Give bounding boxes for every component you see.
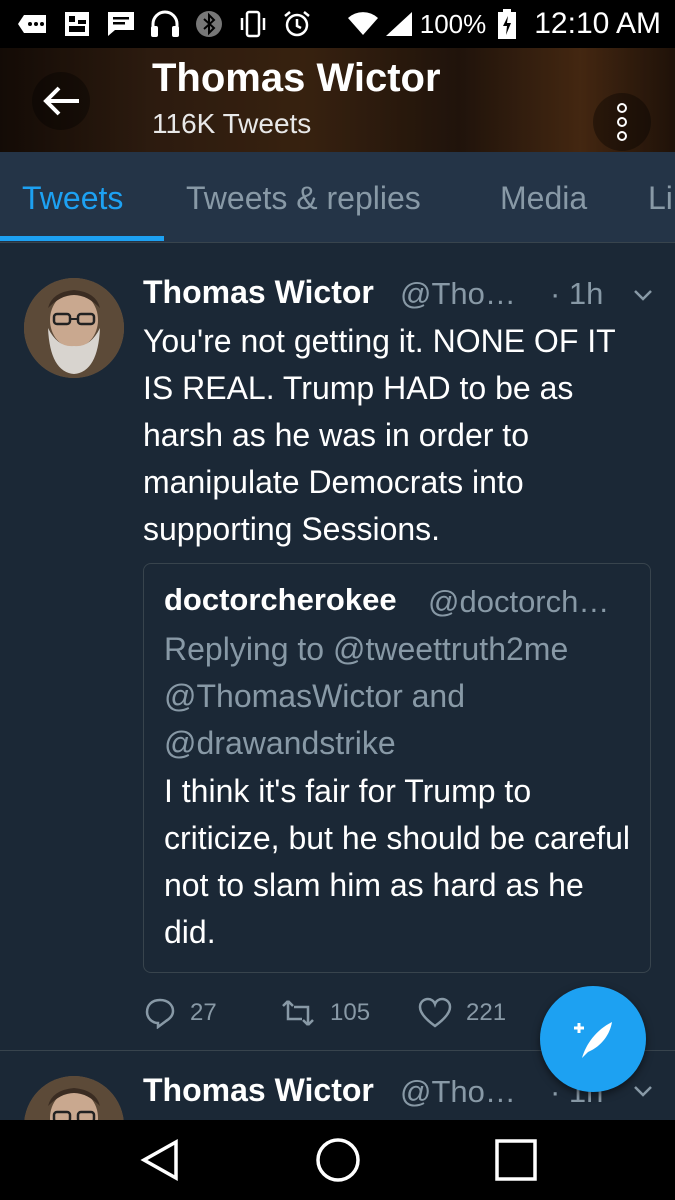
more-options-button[interactable] (593, 93, 651, 151)
image-icon (62, 10, 92, 38)
like-count: 221 (466, 999, 507, 1026)
nav-recents-button[interactable] (476, 1120, 556, 1200)
dot-icon (617, 131, 627, 141)
tab-active-indicator (0, 236, 164, 241)
tab-tweets-and-replies[interactable]: Tweets & replies (186, 152, 421, 242)
retweet-button[interactable]: 105 (280, 997, 370, 1029)
message-icon (106, 10, 136, 38)
battery-charging-icon (492, 9, 522, 39)
tweet-author-handle[interactable]: @Tho… (400, 276, 516, 312)
battery-percent: 100% (419, 8, 487, 39)
retweet-icon (282, 1000, 314, 1026)
reply-icon (145, 998, 175, 1029)
tab-tweets[interactable]: Tweets (22, 152, 123, 242)
like-button[interactable]: 221 (418, 997, 506, 1029)
headphones-icon (150, 10, 180, 38)
more-notifications-icon (18, 10, 48, 38)
clock: 12:10 AM (534, 7, 661, 40)
dot-icon (617, 117, 627, 127)
circle-home-icon (316, 1138, 360, 1182)
tweet-text: You're not getting it. NONE OF IT IS REA… (143, 323, 616, 547)
quoted-author-handle: @doctorch… (428, 584, 610, 619)
chevron-down-icon[interactable] (632, 284, 654, 306)
quoted-replying-to: Replying to @tweettruth2me @ThomasWictor… (164, 631, 569, 761)
quoted-tweet-text: I think it's fair for Trump to criticize… (164, 773, 631, 950)
back-button[interactable] (32, 72, 90, 130)
tab-media[interactable]: Media (500, 152, 587, 242)
compose-tweet-button[interactable] (540, 986, 646, 1092)
dot-icon (617, 103, 627, 113)
vibrate-icon (238, 10, 268, 38)
wifi-icon (347, 10, 378, 38)
retweet-count: 105 (330, 999, 371, 1026)
compose-feather-icon (574, 1022, 612, 1058)
system-navigation-bar (0, 1120, 675, 1200)
heart-icon (418, 997, 452, 1028)
tweet-author-name[interactable]: Thomas Wictor (143, 274, 374, 311)
status-bar: 100% 12:10 AM (0, 0, 675, 48)
tweet-author-handle[interactable]: @Tho… (400, 1074, 516, 1110)
reply-button[interactable]: 27 (144, 997, 217, 1029)
quoted-author-name: doctorcherokee (164, 582, 397, 617)
profile-tabs: Tweets Tweets & replies Media Likes (0, 152, 675, 243)
chevron-down-icon[interactable] (632, 1080, 654, 1102)
bluetooth-icon (194, 10, 224, 38)
avatar[interactable] (24, 278, 124, 378)
quoted-tweet[interactable]: doctorcherokee @doctorch… Replying to @t… (143, 563, 651, 973)
signal-icon (384, 10, 414, 38)
square-recents-icon (495, 1139, 537, 1181)
tweet-count: 116K Tweets (152, 108, 312, 139)
triangle-back-icon (140, 1139, 178, 1181)
nav-home-button[interactable] (298, 1120, 378, 1200)
tweet-author-name[interactable]: Thomas Wictor (143, 1072, 374, 1109)
nav-back-button[interactable] (120, 1120, 200, 1200)
alarm-icon (282, 10, 312, 38)
profile-name: Thomas Wictor (152, 56, 441, 100)
tab-likes[interactable]: Likes (648, 152, 675, 242)
reply-count: 27 (190, 999, 217, 1026)
arrow-left-icon (43, 86, 79, 116)
tweet-timestamp: · 1h (550, 276, 604, 311)
profile-header: Thomas Wictor 116K Tweets (0, 48, 675, 152)
